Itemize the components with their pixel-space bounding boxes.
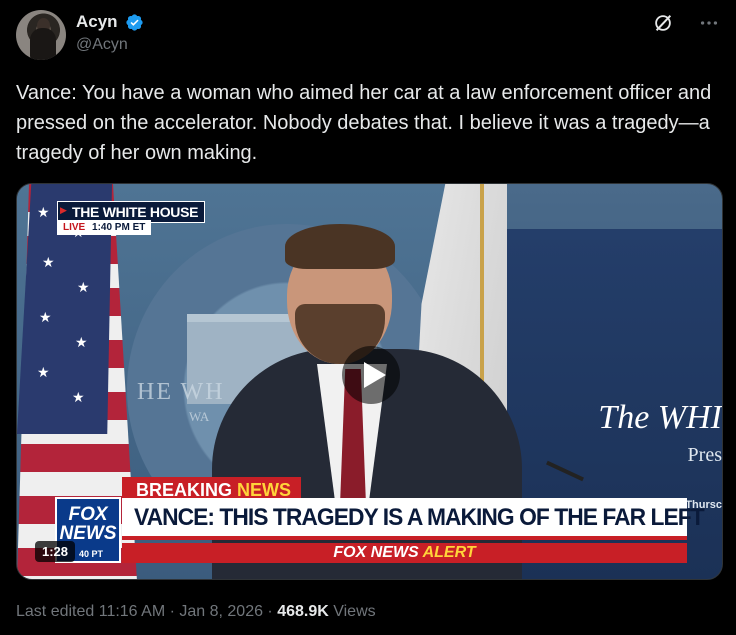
grok-slash-icon[interactable] xyxy=(652,12,674,34)
tweet-header: Acyn @Acyn xyxy=(16,10,720,62)
verified-badge-icon xyxy=(126,13,143,31)
fox-time: 40 PT xyxy=(79,549,104,559)
alert-word: ALERT xyxy=(422,544,476,561)
video-duration: 1:28 xyxy=(35,541,76,562)
views-count: 468.9K xyxy=(277,603,329,620)
backdrop-text-left-sub: WA xyxy=(189,409,210,424)
tweet-meta: Last edited 11:16 AM · Jan 8, 2026 · 468… xyxy=(16,603,376,621)
live-label: LIVE xyxy=(63,222,86,233)
author-handle[interactable]: @Acyn xyxy=(76,36,144,54)
more-horizontal-icon[interactable] xyxy=(698,12,720,34)
author-names: Acyn @Acyn xyxy=(76,12,144,54)
views-label: Views xyxy=(328,603,376,620)
alert-bar: FOX NEWS ALERT xyxy=(122,543,687,563)
author-display-name[interactable]: Acyn xyxy=(76,12,118,32)
play-icon[interactable] xyxy=(342,346,400,404)
breaking-label: BREAKING xyxy=(136,480,233,500)
video-player[interactable]: HE WH WA The WHI Pres Thursc ★ ★ ★ ★ ★ ★… xyxy=(16,183,723,580)
edited-timestamp[interactable]: Last edited 11:16 AM · Jan 8, 2026 · xyxy=(16,603,277,620)
avatar[interactable] xyxy=(16,10,66,60)
tweet-text: Vance: You have a woman who aimed her ca… xyxy=(16,82,712,164)
backdrop-text-right-sub: Pres xyxy=(687,444,722,466)
backdrop-text-left: HE WH xyxy=(137,379,225,405)
alert-brand: FOX NEWS xyxy=(333,544,419,561)
live-indicator: LIVE 1:40 PM ET xyxy=(57,220,152,235)
backdrop-text-right: The WHI xyxy=(598,399,722,436)
live-time: 1:40 PM ET xyxy=(92,222,146,233)
breaking-news-word: NEWS xyxy=(237,480,292,500)
chyron-headline: VANCE: THIS TRAGEDY IS A MAKING OF THE F… xyxy=(134,504,705,531)
chyron: VANCE: THIS TRAGEDY IS A MAKING OF THE F… xyxy=(122,498,705,540)
